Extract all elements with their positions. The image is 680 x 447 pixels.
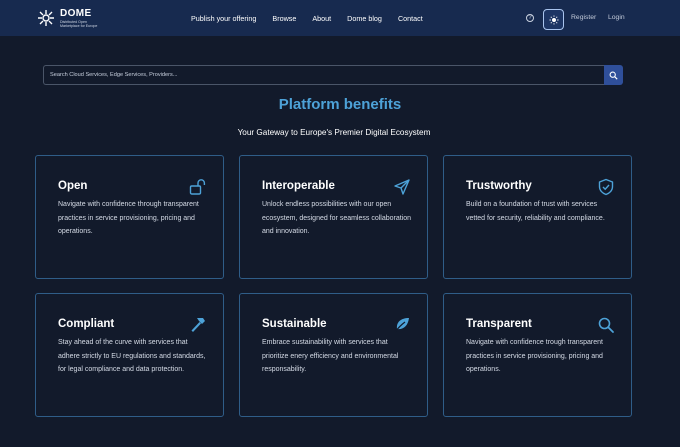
card-title: Sustainable xyxy=(262,318,327,330)
card-description: Build on a foundation of trust with serv… xyxy=(466,201,605,222)
benefit-card-interoperable: Interoperable Unlock endless possibiliti… xyxy=(239,155,428,279)
benefit-card-transparent: Transparent Navigate with confidence tro… xyxy=(443,293,632,417)
search-icon xyxy=(609,71,618,80)
search-button[interactable] xyxy=(604,65,623,85)
nav-contact[interactable]: Contact xyxy=(398,14,423,23)
page-subtitle: Your Gateway to Europe's Premier Digital… xyxy=(237,128,431,137)
card-title: Compliant xyxy=(58,318,115,330)
dome-logo[interactable]: DOME Distributed Open Marketplace for Eu… xyxy=(36,8,100,28)
dome-logo-icon xyxy=(38,10,54,26)
card-description: Navigate with confidence through transpa… xyxy=(58,201,199,236)
register-link[interactable]: Register xyxy=(571,14,596,21)
card-title: Open xyxy=(58,180,88,192)
card-description: Unlock endless possibilities with our op… xyxy=(262,201,412,236)
sun-icon xyxy=(549,15,558,24)
logo-subtitle: Distributed Open Marketplace for Europe xyxy=(60,19,98,28)
top-navigation-bar: DOME Distributed Open Marketplace for Eu… xyxy=(0,0,680,36)
benefit-card-sustainable: Sustainable Embrace sustainability with … xyxy=(239,293,428,417)
search-input[interactable] xyxy=(43,65,604,85)
login-link[interactable]: Login xyxy=(608,14,625,21)
theme-toggle-button[interactable] xyxy=(543,9,564,30)
hammer-icon xyxy=(191,318,205,332)
card-description: Navigate with confidence trough transpar… xyxy=(466,339,603,374)
unlock-icon xyxy=(189,179,206,195)
nav-dome-blog[interactable]: Dome blog xyxy=(347,14,382,23)
card-title: Transparent xyxy=(466,318,532,330)
shield-check-icon xyxy=(598,178,614,196)
help-icon[interactable]: ? xyxy=(526,14,534,22)
benefit-card-trustworthy: Trustworthy Build on a foundation of tru… xyxy=(443,155,632,279)
card-description: Stay ahead of the curve with services th… xyxy=(58,339,206,374)
page-title: Platform benefits xyxy=(278,96,402,113)
search-icon xyxy=(598,317,614,333)
main-nav: Publish your offering Browse About Dome … xyxy=(191,0,423,36)
benefit-card-compliant: Compliant Stay ahead of the curve with s… xyxy=(35,293,224,417)
send-icon xyxy=(394,179,410,195)
card-title: Trustworthy xyxy=(466,180,532,192)
benefit-card-open: Open Navigate with confidence through tr… xyxy=(35,155,224,279)
card-description: Embrace sustainability with services tha… xyxy=(262,339,399,374)
logo-title: DOME xyxy=(60,7,92,19)
leaf-icon xyxy=(394,318,409,333)
nav-browse[interactable]: Browse xyxy=(272,14,296,23)
nav-about[interactable]: About xyxy=(312,14,331,23)
nav-publish-offering[interactable]: Publish your offering xyxy=(191,14,256,23)
search-bar xyxy=(43,65,623,85)
card-title: Interoperable xyxy=(262,180,335,192)
